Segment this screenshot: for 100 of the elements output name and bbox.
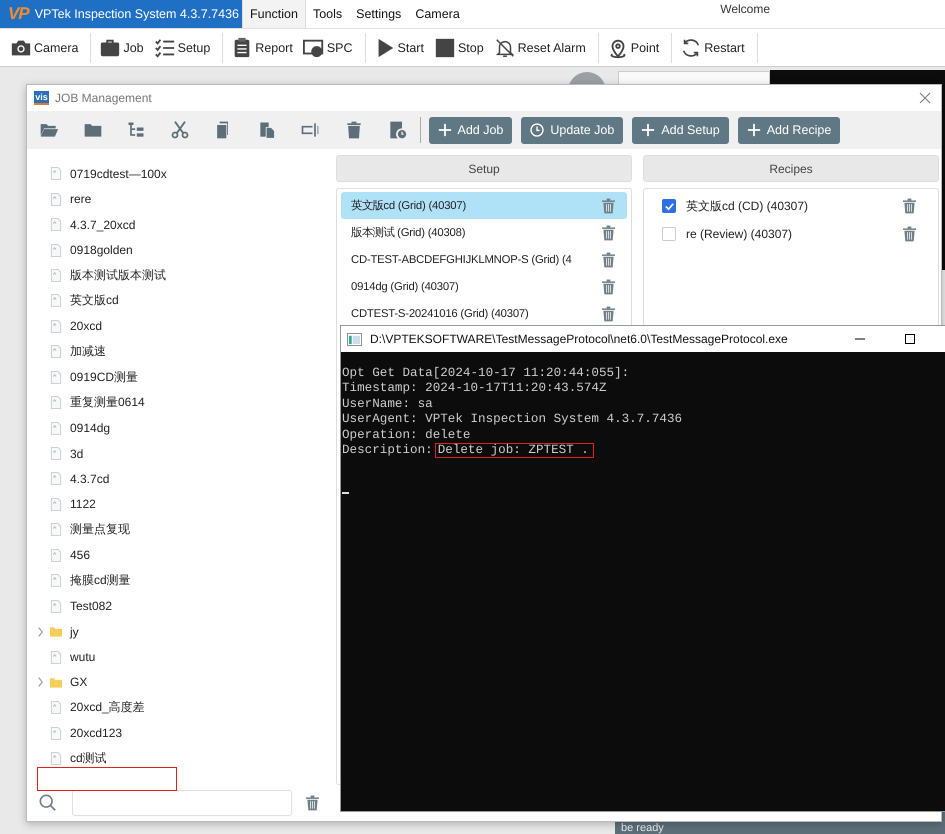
tree-item[interactable]: 英文版cd	[70, 292, 119, 310]
tree-item[interactable]: 0918golden	[70, 243, 133, 258]
trash-icon[interactable]	[602, 252, 615, 268]
app-icon: vis	[34, 91, 49, 105]
tree-item[interactable]: 20xcd_高度差	[70, 699, 145, 716]
tree-item[interactable]: 重复测量0614	[70, 394, 145, 412]
file-icon	[50, 268, 62, 282]
action-button[interactable]: Add Job	[428, 116, 512, 144]
trash-icon[interactable]	[903, 198, 916, 214]
tree-item[interactable]: 0919CD测量	[70, 368, 138, 386]
window-title: JOB Management	[55, 91, 152, 105]
folder-icon	[50, 676, 62, 689]
toolbar-button[interactable]: Point	[602, 34, 664, 62]
file-icon	[50, 370, 62, 384]
setup-item[interactable]: 版本测试 (Grid) (40308)	[341, 219, 627, 246]
close-icon[interactable]	[919, 92, 931, 104]
tree-item[interactable]: 掩膜cd测量	[70, 572, 131, 590]
console-line: UserName: sa	[342, 396, 433, 412]
app-logo: VP	[8, 4, 29, 24]
tree-item[interactable]: 3d	[70, 446, 84, 461]
tree-item[interactable]: 4.3.7_20xcd	[70, 218, 136, 232]
chevron-icon[interactable]	[37, 626, 44, 637]
tree-item[interactable]: 1122	[70, 497, 96, 512]
file-icon	[50, 600, 62, 613]
tree-item[interactable]: 20xcd123	[70, 726, 122, 740]
toolbar-button[interactable]: Setup	[150, 34, 214, 62]
console-line: UserAgent: VPTek Inspection System 4.3.7.7436	[342, 412, 682, 428]
checkbox[interactable]	[662, 199, 676, 213]
toolbar-button[interactable]: Start	[370, 34, 428, 62]
chevron-icon[interactable]	[37, 677, 44, 688]
trash-icon[interactable]	[602, 224, 615, 240]
toolbar-button[interactable]: SPC	[298, 34, 357, 62]
alarm-icon	[494, 36, 516, 58]
search-icon	[39, 794, 57, 812]
tree-item[interactable]: wutu	[70, 650, 96, 664]
tree-item[interactable]: 测量点复现	[70, 521, 130, 538]
file-icon	[50, 752, 62, 766]
file-icon	[50, 192, 62, 206]
tree-item[interactable]: rere	[70, 192, 92, 206]
toolbar-button[interactable]: Stop	[430, 34, 488, 62]
file-icon	[50, 447, 62, 460]
action-button[interactable]: Add Recipe	[738, 116, 840, 144]
file-icon	[50, 345, 62, 358]
setup-item[interactable]: CDTEST-S-20241016 (Grid) (40307)	[341, 300, 627, 327]
text-cursor	[342, 492, 349, 494]
trash-icon[interactable]	[306, 795, 319, 811]
file-icon	[50, 396, 62, 410]
file-icon	[50, 548, 62, 562]
tree-item[interactable]: 4.3.7cd	[70, 472, 110, 486]
search-field[interactable]	[72, 790, 292, 816]
folder-icon	[50, 625, 62, 638]
setup-item[interactable]: 英文版cd (Grid) (40307)	[341, 192, 627, 219]
trash-icon[interactable]	[602, 278, 615, 294]
clock-icon	[530, 123, 544, 137]
tree-item[interactable]: 20xcd	[70, 319, 102, 334]
trash-icon[interactable]	[602, 198, 615, 214]
file-icon	[50, 167, 62, 180]
setup-item[interactable]: 0914dg (Grid) (40307)	[341, 273, 627, 300]
maximize-icon[interactable]	[904, 333, 916, 345]
console-line: Operation: delete	[342, 428, 470, 444]
tree-item[interactable]: jy	[70, 624, 79, 639]
highlighted-text: Delete job: ZPTEST .	[434, 443, 594, 458]
tree-item[interactable]: 加减速	[70, 343, 106, 360]
file-icon	[50, 218, 62, 232]
toolbar-button[interactable]: Restart	[676, 34, 749, 62]
file-icon	[50, 650, 62, 664]
tree-item[interactable]: GX	[70, 675, 88, 690]
status-text: be ready	[620, 822, 664, 834]
file-icon	[50, 726, 62, 740]
console-line: Description:	[342, 443, 433, 458]
recipe-item[interactable]: re (Review) (40307)	[686, 227, 792, 241]
toolbar-button[interactable]: Job	[95, 34, 148, 62]
plus-icon	[746, 123, 761, 137]
file-icon	[50, 523, 62, 536]
file-icon	[50, 422, 62, 435]
scissors-icon[interactable]	[170, 120, 190, 140]
column-header: Recipes	[643, 155, 939, 182]
trash-icon[interactable]	[903, 226, 916, 242]
console-line: Opt Get Data[2024-10-17 11:20:44:055]:	[342, 366, 630, 382]
file-icon	[50, 574, 62, 588]
toolbar-button[interactable]: Reset Alarm	[490, 34, 590, 62]
toolbar-button[interactable]: Camera	[6, 34, 82, 62]
tree-item[interactable]: 版本测试版本测试	[70, 266, 166, 284]
action-button[interactable]: Add Setup	[632, 116, 729, 144]
tree-item[interactable]: 0914dg	[70, 421, 110, 436]
recipe-item[interactable]: 英文版cd (CD) (40307)	[686, 198, 808, 214]
tree-item[interactable]: Test082	[70, 599, 112, 614]
action-button[interactable]: Update Job	[521, 116, 624, 144]
console-icon	[347, 332, 362, 346]
setup-item[interactable]: CD-TEST-ABCDEFGHIJKLMNOP-S (Grid) (4	[341, 246, 627, 273]
toolbar-button[interactable]: Report	[227, 34, 297, 62]
trash-icon[interactable]	[602, 306, 615, 322]
tree-item[interactable]: 456	[70, 548, 90, 562]
plus-icon	[438, 123, 452, 137]
console-line: Timestamp: 2024-10-17T11:20:43.574Z	[342, 381, 607, 397]
checkbox[interactable]	[662, 227, 676, 241]
menu-tab[interactable]: Function	[242, 0, 306, 28]
file-icon	[50, 244, 62, 257]
tree-item[interactable]: 0719cdtest—100x	[70, 166, 167, 181]
tree-item[interactable]: cd测试	[70, 750, 107, 768]
